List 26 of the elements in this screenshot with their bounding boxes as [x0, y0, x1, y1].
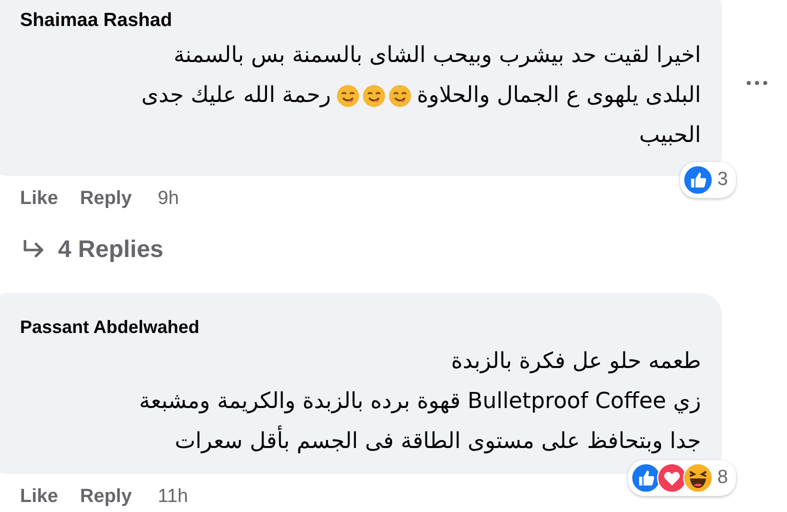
like-link[interactable]: Like	[20, 186, 58, 212]
reaction-badge[interactable]: 3	[680, 162, 736, 198]
comment-text: اخيرا لقيت حد بيشرب وبيحب الشاى بالسمنة بس بالسمنة	[172, 42, 702, 70]
comment-time[interactable]: 11h	[158, 484, 188, 510]
like-link[interactable]: Like	[20, 484, 58, 510]
comment-text: طعمه حلو عل فكرة بالزبدة	[450, 348, 702, 376]
reaction-badge[interactable]: 8	[628, 460, 736, 496]
reply-link[interactable]: Reply	[80, 186, 132, 212]
comment-text: البلدى يلهوى ع الجمال والحلاوة	[416, 82, 702, 110]
thumbs-up-icon	[683, 165, 714, 195]
comment-text: الحبيب	[638, 122, 702, 150]
thumbs-up-icon	[631, 463, 662, 493]
reply-link[interactable]: Reply	[80, 484, 132, 510]
view-replies-link[interactable]: 4 Replies	[22, 236, 164, 264]
smiling-face-icon	[388, 84, 412, 108]
comment-text: زي Bulletproof Coffee قهوة برده بالزبدة والكريمة ومشبعة	[138, 388, 702, 416]
reply-arrow-icon	[22, 240, 46, 260]
author-name[interactable]: Shaimaa Rashad	[20, 10, 172, 32]
comment-text: جدا وبتحافظ على مستوى الطاقة فى الجسم بأقل سعرات	[172, 422, 704, 462]
author-name[interactable]: Passant Abdelwahed	[20, 317, 200, 338]
smiling-face-icon	[336, 84, 360, 108]
more-options-icon[interactable]	[746, 80, 768, 86]
laughing-face-icon	[683, 463, 714, 493]
smiling-face-icon	[362, 84, 386, 108]
comment-text: رحمة الله عليك جدى	[140, 82, 332, 110]
comment-time[interactable]: 9h	[158, 186, 179, 212]
